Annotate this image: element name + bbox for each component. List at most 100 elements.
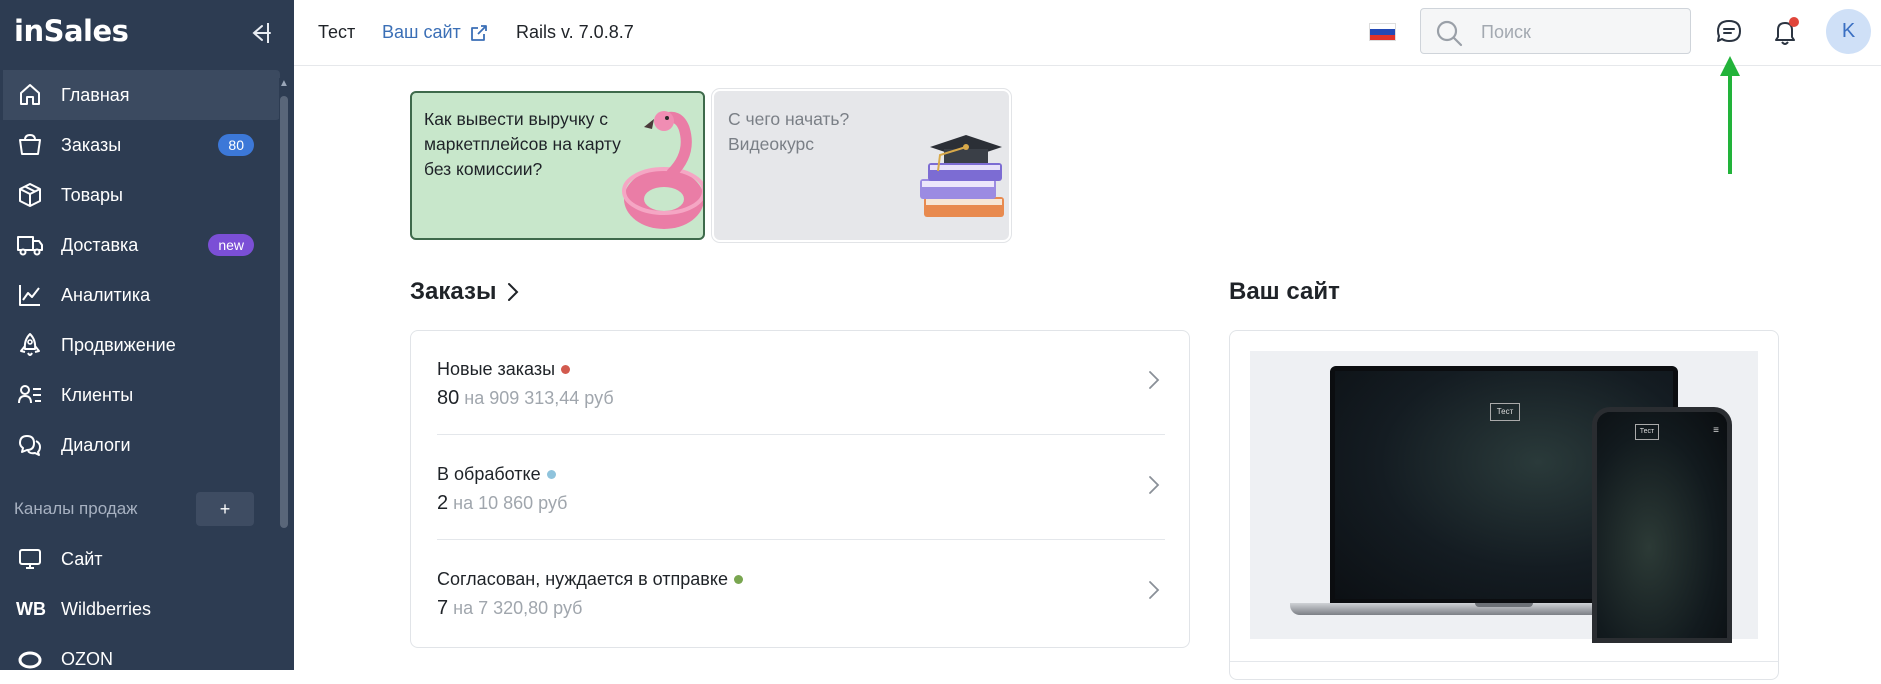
sidebar-item-label: OZON <box>61 648 113 669</box>
chat-icon[interactable] <box>1713 16 1745 48</box>
user-avatar[interactable]: K <box>1826 9 1871 54</box>
sidebar-item-site[interactable]: Сайт <box>0 534 280 584</box>
menu-icon: ≡ <box>1713 425 1719 436</box>
sidebar-item-label: Wildberries <box>61 598 152 619</box>
sidebar-item-label: Клиенты <box>61 384 134 405</box>
order-row-title: Согласован, нуждается в отправке <box>437 569 743 590</box>
collapse-sidebar-icon[interactable] <box>242 18 272 48</box>
orders-count-badge: 80 <box>218 134 254 156</box>
promo-text: С чего начать? Видеокурс <box>728 109 850 154</box>
rails-version: Rails v. 7.0.8.7 <box>516 22 634 42</box>
box-icon <box>16 181 44 209</box>
sidebar-item-promotion[interactable]: Продвижение <box>0 320 280 370</box>
sidebar: inSales Главная Заказы 80 Товары Доставк… <box>0 0 294 670</box>
order-count: 7 <box>437 597 449 619</box>
sidebar-item-dialogs[interactable]: Диалоги <box>0 420 280 470</box>
phone-screen-image <box>1597 412 1727 638</box>
sidebar-item-label: Диалоги <box>61 434 131 455</box>
add-channel-button[interactable]: + <box>196 492 254 526</box>
sidebar-item-label: Продвижение <box>61 334 176 355</box>
promo-card-marketplace[interactable]: Как вывести выручку с маркетплейсов на к… <box>410 91 705 240</box>
books-illustration <box>920 135 1004 217</box>
promo-text: Как вывести выручку с маркетплейсов на к… <box>424 109 621 179</box>
monitor-icon <box>16 545 44 573</box>
basket-icon <box>16 131 44 159</box>
new-badge: new <box>208 234 254 256</box>
sidebar-item-label: Сайт <box>61 548 103 569</box>
order-row-value: 2 на 10 860 руб <box>437 492 567 515</box>
order-row-label: Новые заказы <box>437 359 556 379</box>
scroll-thumb[interactable] <box>280 96 288 528</box>
rocket-icon <box>16 331 44 359</box>
promo-card-video-course[interactable]: С чего начать? Видеокурс <box>711 88 1012 243</box>
search-input[interactable] <box>1479 19 1679 45</box>
annotation-arrow-icon <box>1720 56 1740 174</box>
order-sum: на 7 320,80 руб <box>453 598 583 618</box>
sales-channels-header: Каналы продаж + <box>0 490 280 528</box>
clients-icon <box>16 381 44 409</box>
phone-preview: Тест ≡ <box>1592 407 1732 643</box>
home-icon <box>16 81 44 109</box>
truck-icon <box>16 231 44 259</box>
sidebar-item-label: Товары <box>61 184 123 205</box>
order-row-label: Согласован, нуждается в отправке <box>437 569 728 589</box>
order-row-processing[interactable]: В обработке 2 на 10 860 руб <box>437 436 1165 540</box>
orders-card: Новые заказы 80 на 909 313,44 руб В обра… <box>410 330 1190 648</box>
your-site-card: Тест Тест ≡ <box>1229 330 1779 680</box>
sidebar-item-products[interactable]: Товары <box>0 170 280 220</box>
main-nav: Главная Заказы 80 Товары Доставка new Ан… <box>0 70 280 470</box>
russian-flag-icon[interactable] <box>1369 23 1396 41</box>
sidebar-item-delivery[interactable]: Доставка new <box>0 220 280 270</box>
scroll-up-icon[interactable]: ▲ <box>279 78 289 90</box>
shop-name: Тест <box>318 22 356 42</box>
dialogs-icon <box>16 431 44 459</box>
sidebar-item-wildberries[interactable]: WB Wildberries <box>0 584 280 634</box>
sidebar-item-orders[interactable]: Заказы 80 <box>0 120 280 170</box>
wildberries-icon: WB <box>16 598 46 619</box>
order-row-approved[interactable]: Согласован, нуждается в отправке 7 на 7 … <box>437 541 1165 645</box>
insales-logo[interactable]: inSales <box>14 14 129 48</box>
divider <box>437 434 1165 435</box>
orders-section-title: Заказы <box>410 278 497 305</box>
sidebar-item-analytics[interactable]: Аналитика <box>0 270 280 320</box>
laptop-notch <box>1475 603 1533 607</box>
status-dot <box>733 575 743 584</box>
order-row-title: Новые заказы <box>437 359 571 380</box>
order-row-title: В обработке <box>437 464 556 485</box>
chevron-right-icon <box>1149 476 1160 494</box>
divider <box>1230 661 1778 662</box>
order-sum: на 10 860 руб <box>453 493 568 513</box>
sidebar-item-home[interactable]: Главная <box>3 70 280 120</box>
your-site-label: Ваш сайт <box>382 22 461 42</box>
sidebar-item-clients[interactable]: Клиенты <box>0 370 280 420</box>
search-icon <box>1436 20 1463 47</box>
sidebar-scrollbar[interactable]: ▲ <box>279 78 289 528</box>
order-row-label: В обработке <box>437 464 541 484</box>
top-bar: Тест Ваш сайт Rails v. 7.0.8.7 K <box>294 0 1881 66</box>
site-preview[interactable]: Тест Тест ≡ <box>1250 351 1758 643</box>
status-dot <box>561 365 571 374</box>
flamingo-illustration <box>622 111 703 229</box>
chevron-right-icon <box>1149 371 1160 389</box>
order-row-new[interactable]: Новые заказы 80 на 909 313,44 руб <box>437 331 1165 435</box>
ozon-icon <box>16 645 44 673</box>
divider <box>437 539 1165 540</box>
order-sum: на 909 313,44 руб <box>464 388 614 408</box>
search-box[interactable] <box>1420 8 1691 54</box>
chevron-right-icon <box>1149 581 1160 599</box>
orders-section-header[interactable]: Заказы <box>410 278 520 306</box>
sidebar-item-label: Аналитика <box>61 284 151 305</box>
order-row-value: 80 на 909 313,44 руб <box>437 387 614 410</box>
flag-stripe-red <box>1370 34 1395 40</box>
phone-site-label: Тест <box>1635 424 1659 440</box>
external-link-icon <box>470 24 487 41</box>
chart-icon <box>16 281 44 309</box>
status-dot <box>546 470 556 479</box>
sidebar-header: inSales <box>0 0 294 66</box>
order-row-value: 7 на 7 320,80 руб <box>437 597 582 620</box>
sidebar-item-ozon[interactable]: OZON <box>0 634 280 684</box>
sidebar-item-label: Главная <box>61 84 130 105</box>
order-count: 2 <box>437 492 449 514</box>
your-site-link[interactable]: Ваш сайт <box>382 22 489 43</box>
order-count: 80 <box>437 387 460 409</box>
